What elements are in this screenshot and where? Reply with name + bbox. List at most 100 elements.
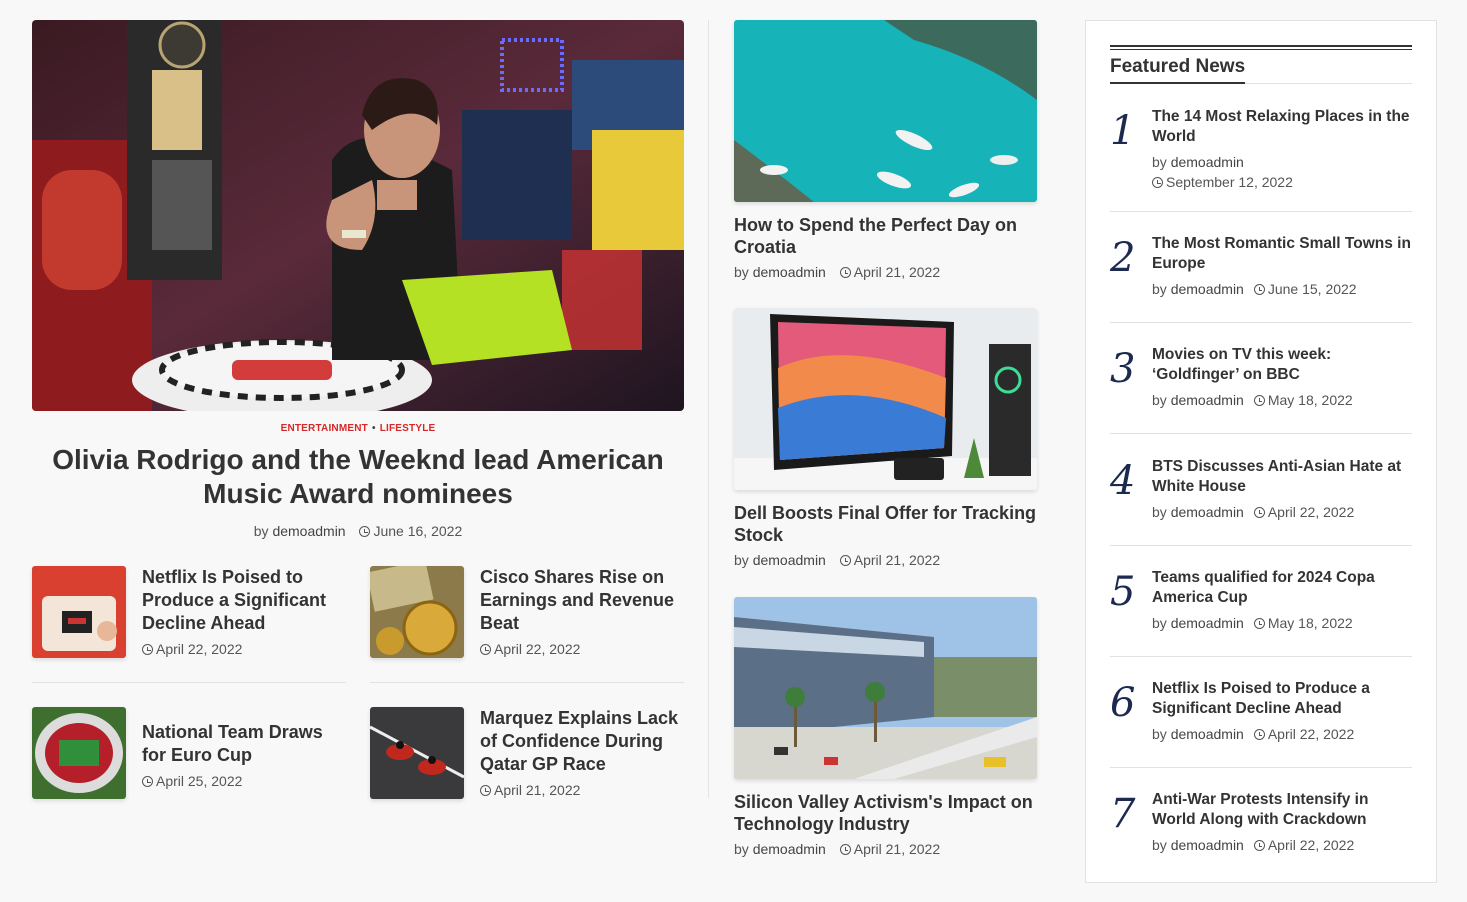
category-link[interactable]: ENTERTAINMENT <box>281 423 368 434</box>
author-link[interactable]: demoadmin <box>1171 837 1244 853</box>
post-meta: by demoadmin April 22, 2022 <box>1152 504 1412 520</box>
post-title[interactable]: Cisco Shares Rise on Earnings and Revenu… <box>480 566 684 635</box>
post-title[interactable]: Dell Boosts Final Offer for Tracking Sto… <box>734 502 1037 546</box>
post-date: April 22, 2022 <box>494 641 581 657</box>
by-label: by <box>1152 504 1167 520</box>
post-date: June 15, 2022 <box>1267 281 1357 297</box>
clock-icon <box>839 555 851 566</box>
clock-icon <box>1253 507 1265 518</box>
author-link[interactable]: demoadmin <box>1171 615 1244 631</box>
small-post: Cisco Shares Rise on Earnings and Revenu… <box>370 566 684 658</box>
author-link[interactable]: demoadmin <box>1171 392 1244 408</box>
rank-number: 3 <box>1110 346 1136 392</box>
author-link[interactable]: demoadmin <box>272 523 345 539</box>
divider <box>1110 656 1412 657</box>
category-link[interactable]: LIFESTYLE <box>380 423 436 434</box>
post-date: May 18, 2022 <box>1267 615 1353 631</box>
post-date: April 22, 2022 <box>1267 726 1355 742</box>
author-link[interactable]: demoadmin <box>1171 504 1244 520</box>
divider <box>1110 545 1412 546</box>
header-rule <box>1110 45 1412 50</box>
featured-title[interactable]: BTS Discusses Anti-Asian Hate at White H… <box>1152 457 1412 496</box>
author-link[interactable]: demoadmin <box>1171 726 1244 742</box>
rank-number: 7 <box>1110 791 1136 837</box>
clock-icon <box>480 644 491 655</box>
post-image[interactable] <box>734 597 1037 779</box>
post-image[interactable] <box>734 20 1037 202</box>
featured-title[interactable]: Movies on TV this week: ‘Goldfinger’ on … <box>1152 345 1412 384</box>
page: ENTERTAINMENT • LIFESTYLE Olivia Rodrigo a… <box>0 0 1467 902</box>
widget-header: Featured News <box>1110 45 1412 84</box>
clock-icon <box>839 267 851 278</box>
featured-title[interactable]: Netflix Is Poised to Produce a Significa… <box>1152 679 1412 718</box>
author-link[interactable]: demoadmin <box>1171 281 1244 297</box>
featured-item: 7 Anti-War Protests Intensify in World A… <box>1110 790 1412 853</box>
small-post: National Team Draws for Euro Cup April 2… <box>32 707 346 799</box>
post-title[interactable]: How to Spend the Perfect Day on Croatia <box>734 214 1037 258</box>
small-post: Marquez Explains Lack of Confidence Duri… <box>370 707 684 799</box>
clock-icon <box>1152 177 1163 188</box>
by-label: by <box>1152 281 1167 297</box>
rank-number: 5 <box>1110 569 1136 615</box>
featured-title[interactable]: Anti-War Protests Intensify in World Alo… <box>1152 790 1412 829</box>
featured-item: 6 Netflix Is Poised to Produce a Signifi… <box>1110 679 1412 742</box>
author-link[interactable]: demoadmin <box>753 552 826 568</box>
featured-item: 2 The Most Romantic Small Towns in Europ… <box>1110 234 1412 297</box>
by-label: by <box>734 264 749 280</box>
post-meta: by demoadmin <box>1152 154 1412 170</box>
clock-icon <box>1253 618 1265 629</box>
rank-number: 1 <box>1110 108 1136 154</box>
post-title[interactable]: National Team Draws for Euro Cup <box>142 721 346 767</box>
post-thumbnail[interactable] <box>370 566 464 658</box>
post-date: June 16, 2022 <box>373 523 463 539</box>
author-link[interactable]: demoadmin <box>753 841 826 857</box>
hero-meta: by demoadmin June 16, 2022 <box>32 523 684 539</box>
by-label: by <box>1152 726 1167 742</box>
featured-item: 1 The 14 Most Relaxing Places in the Wor… <box>1110 107 1412 190</box>
post-date: April 21, 2022 <box>853 264 941 280</box>
post-date: April 22, 2022 <box>1267 837 1355 853</box>
column-divider <box>708 20 709 798</box>
divider <box>1110 767 1412 768</box>
featured-item: 5 Teams qualified for 2024 Copa America … <box>1110 568 1412 631</box>
category-separator: • <box>372 423 376 434</box>
post-thumbnail[interactable] <box>32 707 126 799</box>
clock-icon <box>142 776 153 787</box>
post-date: April 22, 2022 <box>156 641 243 657</box>
post-title[interactable]: Marquez Explains Lack of Confidence Duri… <box>480 707 684 776</box>
clock-icon <box>839 844 851 855</box>
divider <box>1110 211 1412 212</box>
author-link[interactable]: demoadmin <box>753 264 826 280</box>
post-meta: by demoadmin April 21, 2022 <box>734 264 1037 280</box>
post-meta: April 21, 2022 <box>480 782 684 798</box>
featured-news-widget: Featured News 1 The 14 Most Relaxing Pla… <box>1085 20 1437 883</box>
post-title[interactable]: Netflix Is Poised to Produce a Significa… <box>142 566 346 635</box>
post-image[interactable] <box>734 308 1037 490</box>
featured-title[interactable]: The 14 Most Relaxing Places in the World <box>1152 107 1412 146</box>
featured-title[interactable]: The Most Romantic Small Towns in Europe <box>1152 234 1412 273</box>
divider <box>1110 433 1412 434</box>
middle-post: Dell Boosts Final Offer for Tracking Sto… <box>734 308 1037 568</box>
middle-post: Silicon Valley Activism's Impact on Tech… <box>734 597 1037 857</box>
featured-title[interactable]: Teams qualified for 2024 Copa America Cu… <box>1152 568 1412 607</box>
featured-item: 3 Movies on TV this week: ‘Goldfinger’ o… <box>1110 345 1412 408</box>
post-date: April 21, 2022 <box>853 841 941 857</box>
post-date: April 25, 2022 <box>156 773 243 789</box>
featured-item: 4 BTS Discusses Anti-Asian Hate at White… <box>1110 457 1412 520</box>
post-thumbnail[interactable] <box>32 566 126 658</box>
by-label: by <box>734 552 749 568</box>
post-meta: by demoadmin May 18, 2022 <box>1152 615 1412 631</box>
post-thumbnail[interactable] <box>370 707 464 799</box>
hero-title[interactable]: Olivia Rodrigo and the Weeknd lead Ameri… <box>32 443 684 511</box>
by-label: by <box>1152 615 1167 631</box>
post-meta: April 25, 2022 <box>142 773 346 789</box>
clock-icon <box>359 526 371 537</box>
post-title[interactable]: Silicon Valley Activism's Impact on Tech… <box>734 791 1037 835</box>
divider <box>370 682 684 683</box>
post-date: April 22, 2022 <box>1267 504 1355 520</box>
hero-image[interactable] <box>32 20 684 411</box>
post-date: May 18, 2022 <box>1267 392 1353 408</box>
author-link[interactable]: demoadmin <box>1171 154 1244 170</box>
post-date: September 12, 2022 <box>1166 174 1293 190</box>
post-meta: September 12, 2022 <box>1152 174 1412 190</box>
